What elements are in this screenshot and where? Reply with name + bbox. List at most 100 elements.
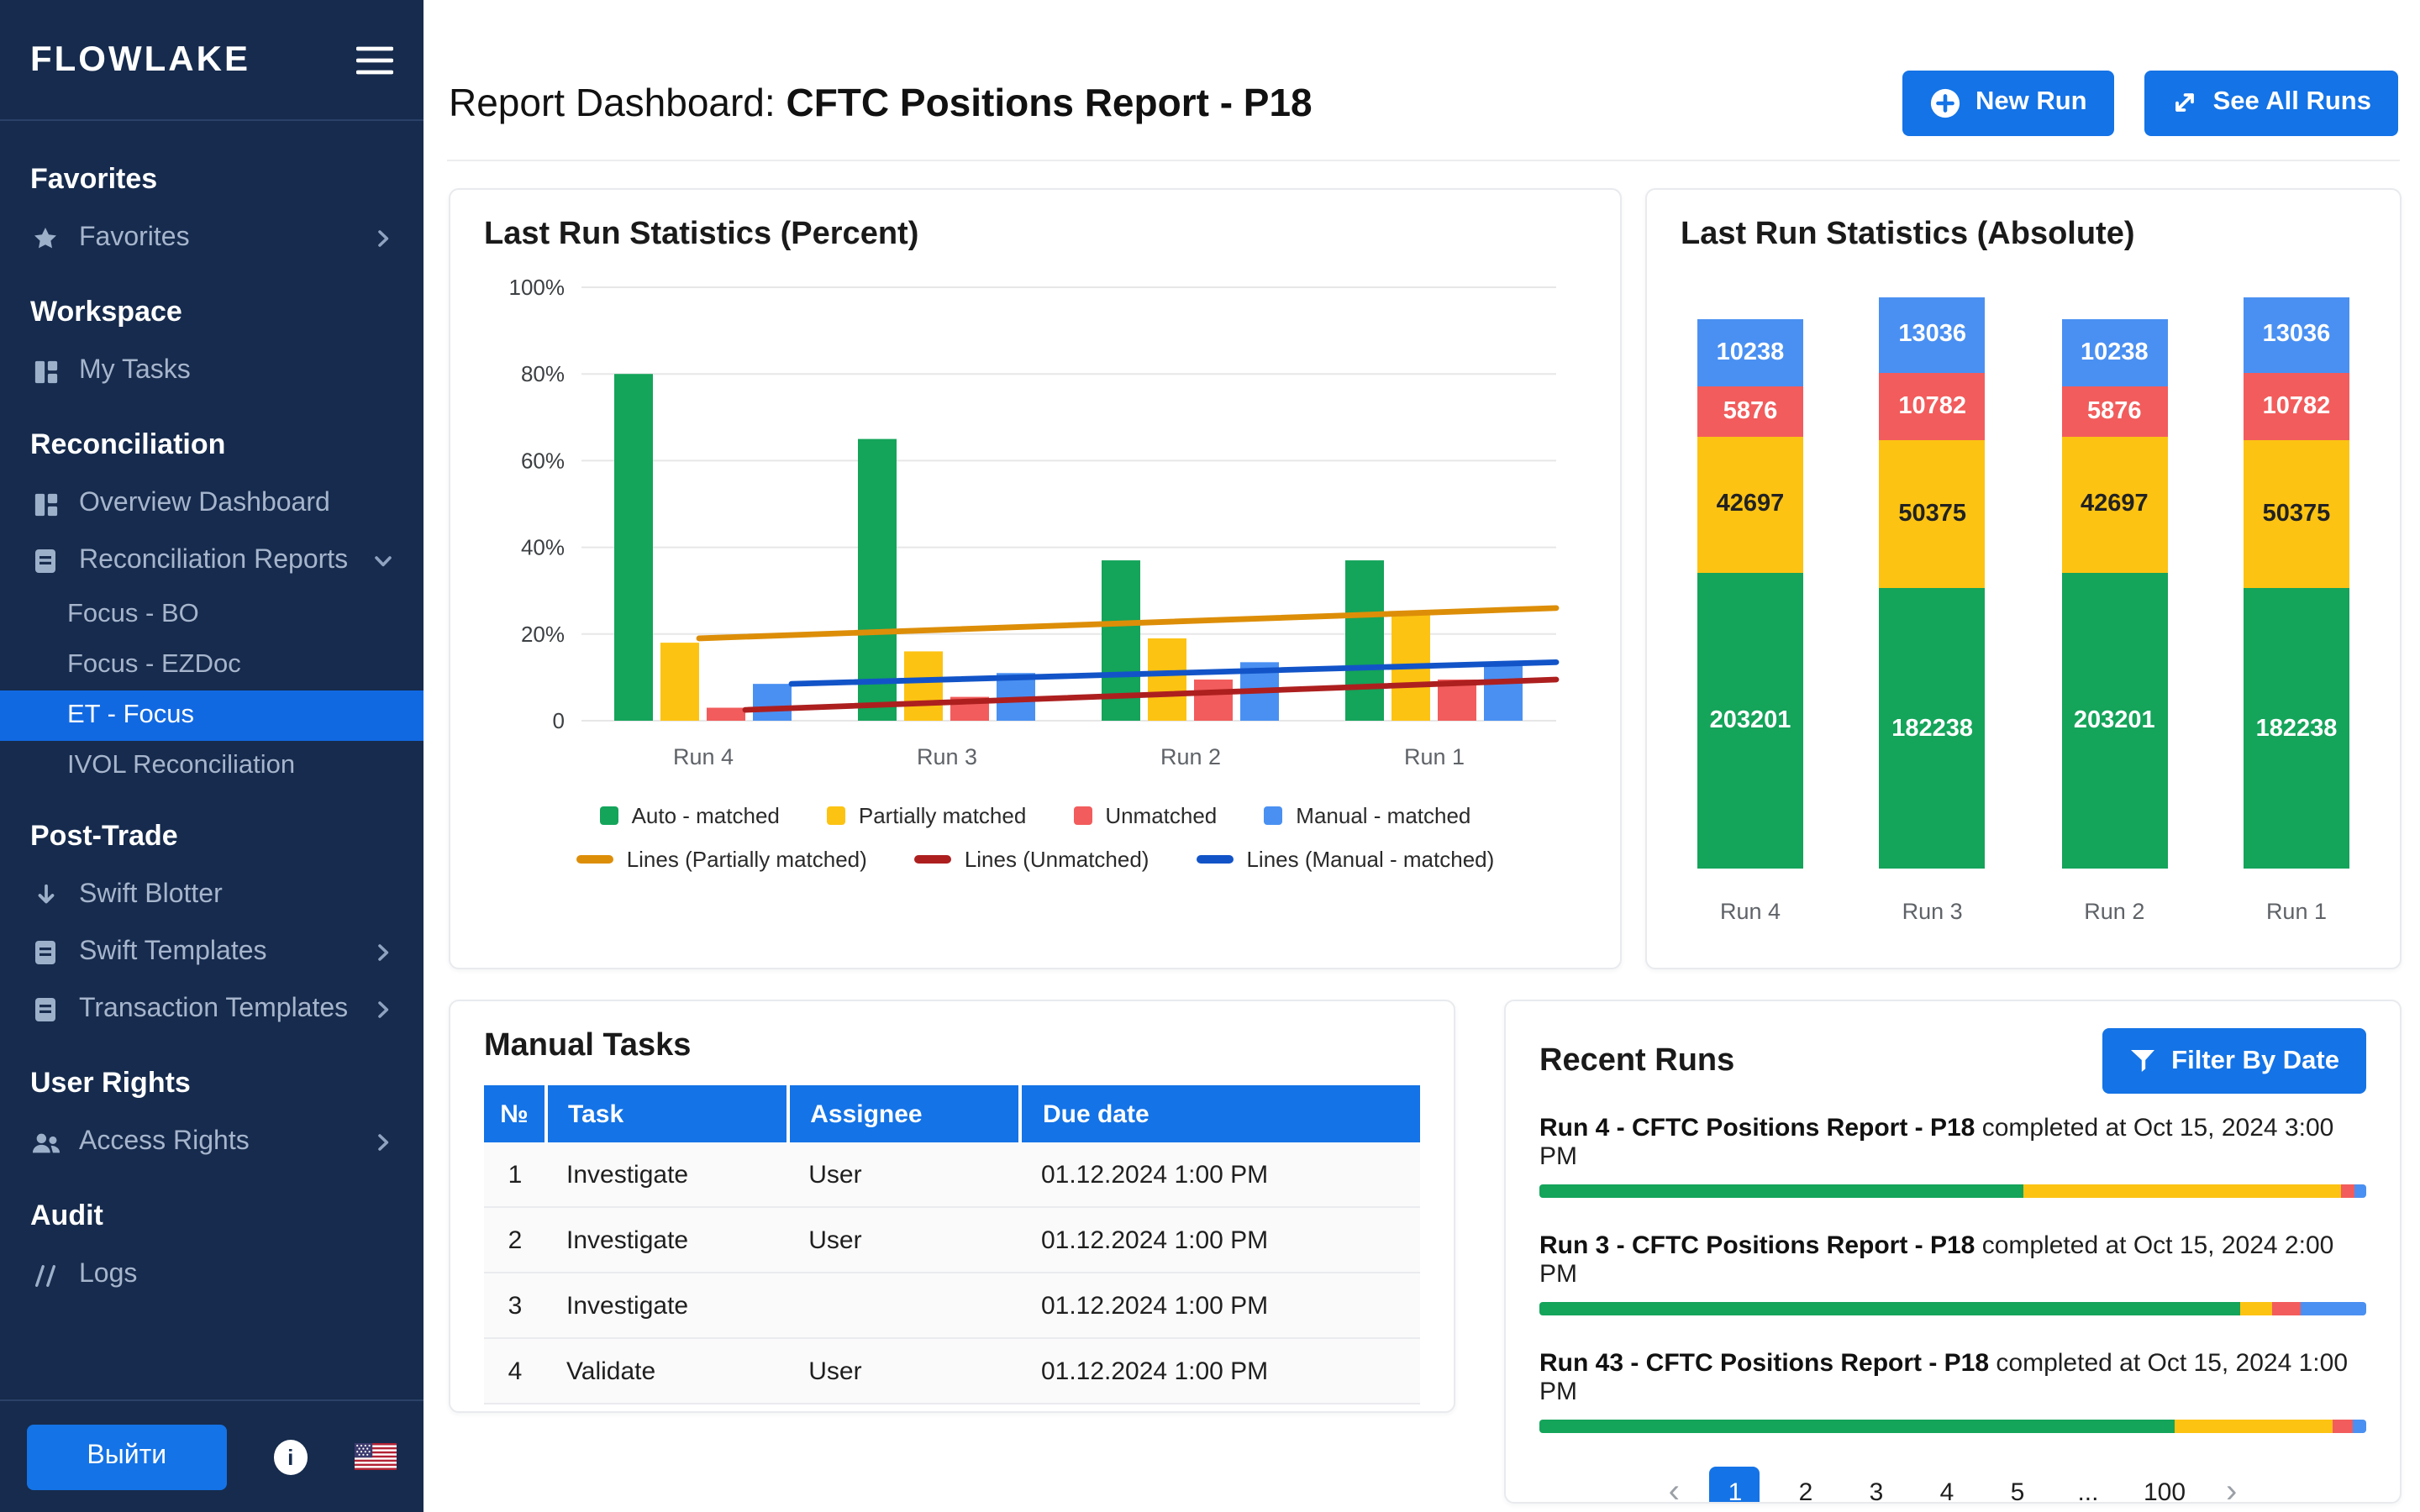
- see-all-runs-button[interactable]: See All Runs: [2144, 70, 2398, 135]
- x-axis-label: Run 3: [1880, 899, 1986, 924]
- y-axis-tick: 40%: [521, 535, 565, 560]
- users-icon: [30, 1130, 60, 1155]
- legend-item-lines-unmatched[interactable]: Lines (Unmatched): [914, 847, 1150, 872]
- segment-value: 203201: [1710, 707, 1791, 734]
- stacked-bar-segments: 130361078250375182238: [2244, 297, 2349, 869]
- legend-label: Manual - matched: [1296, 803, 1470, 828]
- bar-unmatched-run-2: [1194, 680, 1233, 721]
- progress-segment-red: [2333, 1420, 2353, 1433]
- page-button-4[interactable]: 4: [1922, 1467, 1972, 1504]
- legend-swatch-icon: [827, 806, 845, 825]
- nav-section-title-reconciliation: Reconciliation: [0, 400, 424, 475]
- task-row: 3Investigate01.12.2024 1:00 PM: [484, 1273, 1420, 1338]
- task-cell-due-date: 01.12.2024 1:00 PM: [1021, 1142, 1420, 1207]
- sidebar-subitem-ivol-reconciliation[interactable]: IVOL Reconciliation: [0, 741, 424, 791]
- sidebar-item-swift-blotter[interactable]: Swift Blotter: [0, 867, 424, 924]
- y-axis-tick: 20%: [521, 622, 565, 647]
- legend-item-partially-matched[interactable]: Partially matched: [827, 803, 1026, 828]
- new-run-label: New Run: [1975, 87, 2087, 118]
- run-item-run-3-cftc-positions-report-p18[interactable]: Run 3 - CFTC Positions Report - P18 comp…: [1539, 1231, 2366, 1315]
- us-flag-icon[interactable]: [355, 1443, 397, 1470]
- see-all-runs-label: See All Runs: [2213, 87, 2371, 118]
- segment-manual-matched: 13036: [1880, 297, 1986, 372]
- app-logo: FLOWLAKE: [30, 39, 250, 80]
- recent-runs-list: Run 4 - CFTC Positions Report - P18 comp…: [1539, 1114, 2366, 1433]
- page-button-3[interactable]: 3: [1851, 1467, 1902, 1504]
- legend-label: Auto - matched: [632, 803, 780, 828]
- page-button-item[interactable]: ...: [2063, 1467, 2113, 1504]
- legend-label: Lines (Partially matched): [627, 847, 867, 872]
- pagination-next-icon[interactable]: ›: [2216, 1471, 2247, 1504]
- task-cell-due-date: 01.12.2024 1:00 PM: [1021, 1338, 1420, 1404]
- progress-segment-red: [2273, 1302, 2300, 1315]
- page-button-5[interactable]: 5: [1992, 1467, 2043, 1504]
- pagination: ‹ 12345... 100 ›: [1539, 1467, 2366, 1504]
- page-button-1[interactable]: 1: [1710, 1467, 1760, 1504]
- x-axis-label: Run 1: [1404, 744, 1465, 769]
- sidebar-item-favorites[interactable]: Favorites: [0, 210, 424, 267]
- page-title: Report Dashboard: CFTC Positions Report …: [449, 80, 1313, 125]
- page-button-100[interactable]: 100: [2133, 1467, 2196, 1504]
- sidebar-item-label: Swift Templates: [79, 937, 267, 968]
- progress-segment-green: [1539, 1184, 2024, 1198]
- legend-item-unmatched[interactable]: Unmatched: [1073, 803, 1217, 828]
- pagination-prev-icon[interactable]: ‹: [1659, 1471, 1690, 1504]
- page-button-2[interactable]: 2: [1781, 1467, 1831, 1504]
- sidebar-item-my-tasks[interactable]: My Tasks: [0, 343, 424, 400]
- legend-item-lines-partially-matched[interactable]: Lines (Partially matched): [576, 847, 867, 872]
- legend-label: Unmatched: [1105, 803, 1217, 828]
- sidebar-subitem-et-focus[interactable]: ET - Focus: [0, 690, 424, 741]
- filter-by-date-label: Filter By Date: [2171, 1046, 2339, 1076]
- legend-label: Lines (Unmatched): [965, 847, 1150, 872]
- segment-partially-matched: 50375: [1880, 441, 1986, 589]
- sidebar-item-overview-dashboard[interactable]: Overview Dashboard: [0, 475, 424, 533]
- sidebar-item-access-rights[interactable]: Access Rights: [0, 1114, 424, 1171]
- column-header-assignee: Assignee: [788, 1085, 1021, 1142]
- task-cell-task: Validate: [546, 1338, 788, 1404]
- sidebar-item-label: Overview Dashboard: [79, 489, 330, 519]
- bar-partially-matched-run-4: [660, 643, 699, 721]
- grid-icon: [30, 359, 60, 384]
- task-row: 4ValidateUser01.12.2024 1:00 PM: [484, 1338, 1420, 1404]
- sidebar-subitem-focus-bo[interactable]: Focus - BO: [0, 590, 424, 640]
- legend-item-manual-matched[interactable]: Manual - matched: [1264, 803, 1470, 828]
- task-cell-assignee: User: [788, 1207, 1021, 1273]
- sidebar-subitem-focus-ezdoc[interactable]: Focus - EZDoc: [0, 640, 424, 690]
- segment-value: 182238: [1891, 715, 1973, 742]
- sidebar-item-logs[interactable]: Logs: [0, 1247, 424, 1304]
- progress-segment-red: [2341, 1184, 2354, 1198]
- segment-value: 182238: [2256, 715, 2338, 742]
- filter-by-date-button[interactable]: Filter By Date: [2102, 1028, 2366, 1094]
- stacked-bar-segments: 130361078250375182238: [1880, 297, 1986, 869]
- new-run-button[interactable]: New Run: [1902, 70, 2114, 135]
- task-cell-task: Investigate: [546, 1142, 788, 1207]
- stacked-bar-run-3: 130361078250375182238Run 3: [1880, 297, 1986, 924]
- info-icon[interactable]: i: [274, 1439, 308, 1474]
- legend-swatch-icon: [600, 806, 618, 825]
- legend-item-auto-matched[interactable]: Auto - matched: [600, 803, 780, 828]
- arrow-down-icon: [30, 882, 60, 909]
- segment-auto-matched: 203201: [1697, 572, 1803, 869]
- segment-partially-matched: 42697: [2061, 437, 2167, 573]
- expand-arrows-icon: [2171, 89, 2198, 116]
- legend-item-lines-manual-matched[interactable]: Lines (Manual - matched): [1196, 847, 1494, 872]
- column-header-due-date: Due date: [1021, 1085, 1420, 1142]
- legend-line-swatch-icon: [914, 855, 951, 864]
- task-cell-item: 4: [484, 1338, 546, 1404]
- percent-chart-legend-bars: Auto - matched Partially matched Unmatched…: [484, 803, 1586, 828]
- task-cell-due-date: 01.12.2024 1:00 PM: [1021, 1207, 1420, 1273]
- segment-value: 5876: [2087, 398, 2142, 425]
- logout-button[interactable]: Выйти: [27, 1424, 227, 1489]
- chevron-down-icon: [373, 551, 393, 571]
- sidebar-item-reconciliation-reports[interactable]: Reconciliation Reports: [0, 533, 424, 590]
- run-item-run-4-cftc-positions-report-p18[interactable]: Run 4 - CFTC Positions Report - P18 comp…: [1539, 1114, 2366, 1198]
- header-actions: New Run See All Runs: [1902, 70, 2398, 135]
- hamburger-menu-icon[interactable]: [356, 45, 393, 75]
- segment-value: 50375: [1898, 501, 1966, 528]
- absolute-chart-panel: Last Run Statistics (Absolute) 102385876…: [1645, 188, 2402, 969]
- task-cell-item: 1: [484, 1142, 546, 1207]
- run-item-run-43-cftc-positions-report-p18[interactable]: Run 43 - CFTC Positions Report - P18 com…: [1539, 1349, 2366, 1433]
- sidebar-item-swift-templates[interactable]: Swift Templates: [0, 924, 424, 981]
- sidebar-item-transaction-templates[interactable]: Transaction Templates: [0, 981, 424, 1038]
- segment-value: 10782: [2263, 393, 2331, 420]
